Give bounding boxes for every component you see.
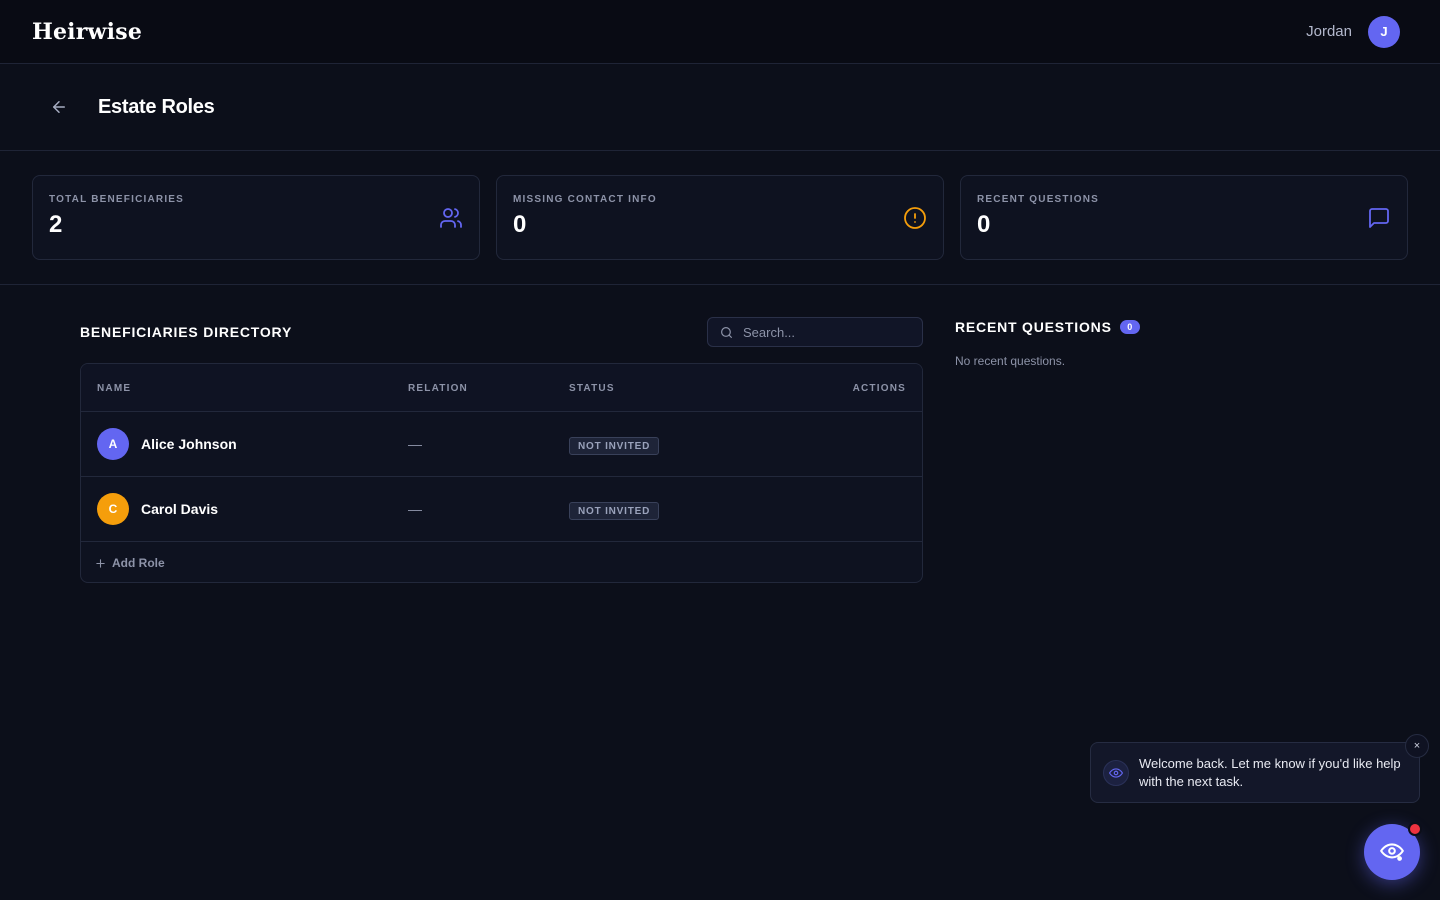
page-header: Estate Roles [0,64,1440,151]
table-row[interactable]: A Alice Johnson — NOT INVITED [81,412,922,477]
message-square-icon [1369,208,1389,228]
user-name[interactable]: Jordan [1306,23,1352,40]
status-badge: NOT INVITED [569,437,660,455]
column-header-name[interactable]: NAME [97,383,131,394]
search-input[interactable] [743,324,913,340]
search-icon [721,326,732,338]
stat-value: 2 [49,211,63,238]
recent-questions-header: RECENT QUESTIONS 0 [955,319,1140,335]
avatar: A [97,428,129,460]
beneficiaries-table: NAME RELATION STATUS ACTIONS A Alice Joh… [80,363,923,583]
user-avatar[interactable]: J [1368,15,1400,48]
arrow-left-icon [53,101,65,113]
beneficiary-relation: — [408,501,422,517]
table-header: NAME RELATION STATUS ACTIONS [81,364,922,412]
stat-label: RECENT QUESTIONS [977,194,1099,205]
stat-value: 0 [513,211,527,238]
column-header-relation[interactable]: RELATION [408,383,468,394]
alert-circle-icon [904,207,926,229]
assistant-eye-icon [1103,759,1129,786]
stats-row: TOTAL BENEFICIARIES 2 MISSING CONTACT IN… [32,175,1408,260]
beneficiary-relation: — [408,436,422,452]
column-header-actions: ACTIONS [852,383,906,394]
brand-logo[interactable]: Heirwise [32,19,142,45]
users-icon [440,208,462,228]
recent-questions-empty: No recent questions. [955,354,1066,368]
beneficiary-name[interactable]: Carol Davis [141,501,218,517]
directory-title: BENEFICIARIES DIRECTORY [80,324,293,340]
stat-label: MISSING CONTACT INFO [513,194,657,205]
user-menu[interactable]: Jordan J [1306,15,1400,48]
add-role-button[interactable]: Add Role [95,556,165,570]
status-badge: NOT INVITED [569,502,660,520]
beneficiary-name[interactable]: Alice Johnson [141,436,237,452]
assistant-toast: Welcome back. Let me know if you'd like … [1090,742,1420,803]
stat-label: TOTAL BENEFICIARIES [49,194,185,205]
table-row[interactable]: C Carol Davis — NOT INVITED [81,477,922,542]
stat-card-total-beneficiaries: TOTAL BENEFICIARIES 2 [32,175,480,260]
recent-questions-count-badge: 0 [1119,320,1140,334]
toast-close-button[interactable]: × [1405,734,1429,758]
page-title: Estate Roles [98,95,215,118]
top-bar: Heirwise Jordan J [0,0,1440,64]
plus-icon [96,558,105,568]
assistant-message: Welcome back. Let me know if you'd like … [1139,755,1401,789]
divider [0,284,1440,285]
recent-questions-title: RECENT QUESTIONS [955,319,1112,335]
search-box[interactable] [707,317,923,347]
notification-dot [1408,822,1422,836]
back-button[interactable] [48,96,70,118]
assistant-eye-icon [1380,843,1404,861]
add-role-label: Add Role [112,556,165,570]
stat-value: 0 [977,211,991,238]
stat-card-recent-questions: RECENT QUESTIONS 0 [960,175,1408,260]
avatar: C [97,493,129,525]
column-header-status[interactable]: STATUS [569,383,615,394]
stat-card-missing-contact: MISSING CONTACT INFO 0 [496,175,944,260]
